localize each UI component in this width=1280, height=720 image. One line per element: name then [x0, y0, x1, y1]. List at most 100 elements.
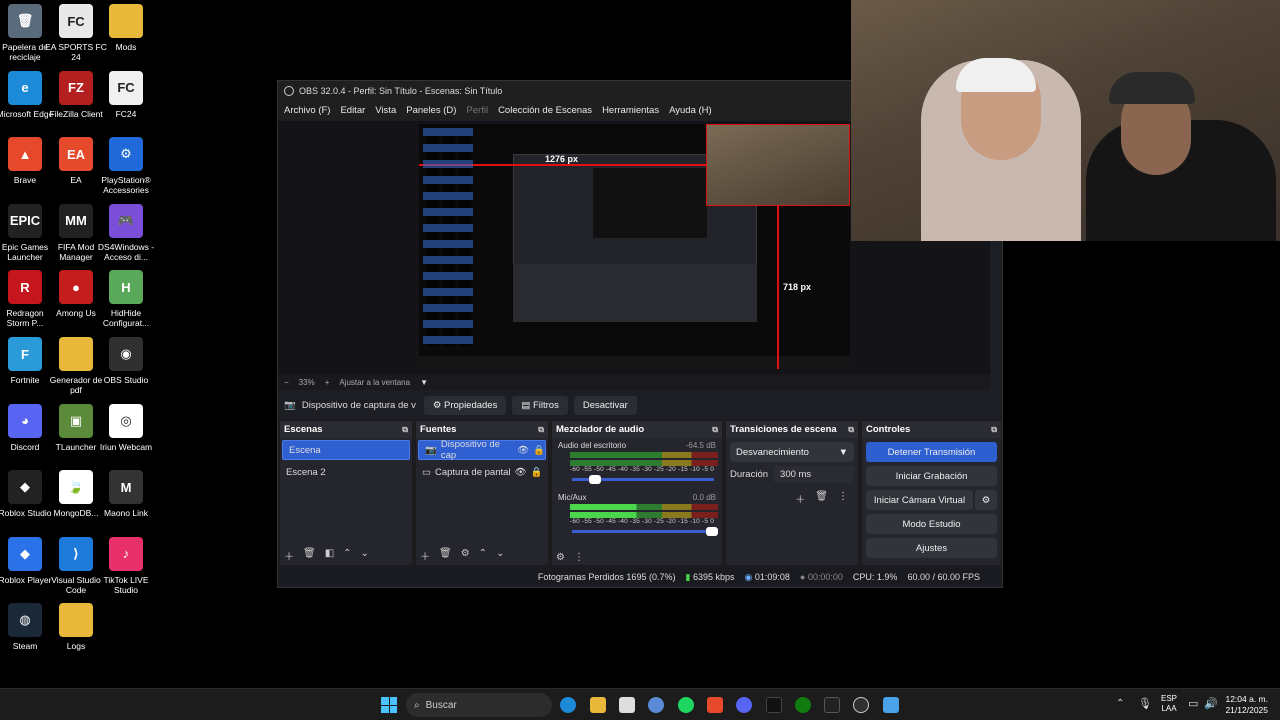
- desktop-icon[interactable]: ⚙ PlayStation® Accessories: [95, 137, 157, 195]
- trash-icon[interactable]: 🗑: [303, 548, 316, 563]
- brave-icon[interactable]: [707, 697, 723, 713]
- fit-window-button[interactable]: Ajustar a la ventana: [339, 378, 410, 387]
- move-down-icon[interactable]: ⌄: [496, 548, 504, 563]
- move-up-icon[interactable]: ⌃: [343, 548, 351, 563]
- deactivate-button[interactable]: Desactivar: [573, 395, 637, 415]
- move-up-icon[interactable]: ⌃: [479, 548, 487, 563]
- discord-icon[interactable]: [736, 697, 752, 713]
- clock[interactable]: 12:04 a. m. 21/12/2025: [1222, 694, 1268, 716]
- lock-icon[interactable]: 🔒: [531, 467, 543, 478]
- xbox-icon[interactable]: [795, 697, 811, 713]
- file-explorer-icon[interactable]: [590, 697, 606, 713]
- menu-perfil[interactable]: Perfil: [466, 105, 488, 116]
- trash-icon[interactable]: 🗑: [815, 491, 828, 506]
- obs-icon[interactable]: [853, 697, 869, 713]
- obs-statusbar: Fotogramas Perdidos 1695 (0.7%) ▮ 6395 k…: [278, 567, 1002, 587]
- bitrate-value: 6395 kbps: [692, 571, 735, 582]
- source-item[interactable]: ▭ Captura de pantal 👁 🔒: [416, 462, 548, 482]
- volume-slider[interactable]: [572, 475, 714, 484]
- language-indicator[interactable]: ESP LAA: [1161, 694, 1177, 714]
- undock-icon[interactable]: ⧉: [712, 425, 718, 435]
- app-icon[interactable]: [766, 697, 782, 713]
- settings-icon[interactable]: [648, 697, 664, 713]
- undock-icon[interactable]: ⧉: [848, 425, 854, 435]
- duration-input[interactable]: 300 ms: [774, 466, 854, 483]
- visibility-icon[interactable]: 👁: [515, 467, 527, 478]
- volume-slider[interactable]: [572, 527, 718, 536]
- roblox-studio-icon[interactable]: [824, 697, 840, 713]
- iriun-icon[interactable]: [883, 697, 899, 713]
- transition-select[interactable]: Desvanecimiento ▼: [730, 442, 854, 462]
- stream-time-value: 01:09:08: [754, 571, 790, 582]
- visibility-icon[interactable]: 👁: [517, 445, 529, 456]
- volume-icon[interactable]: 🔊: [1204, 697, 1218, 710]
- start-recording-button[interactable]: Iniciar Grabación: [866, 466, 997, 486]
- move-down-icon[interactable]: ⌄: [361, 548, 369, 563]
- desktop-icon[interactable]: ◉ OBS Studio: [95, 337, 157, 385]
- scene-item[interactable]: Escena 2: [280, 462, 412, 482]
- menu-editar[interactable]: Editar: [340, 105, 365, 116]
- menu-coleccion[interactable]: Colección de Escenas: [498, 105, 592, 116]
- virtual-camera-button[interactable]: Iniciar Cámara Virtual: [866, 490, 973, 510]
- slider-knob[interactable]: [706, 527, 718, 536]
- sources-dock: Fuentes ⧉ 📷 Dispositivo de cap 👁 🔒 ▭ Captura …: [415, 420, 549, 566]
- studio-mode-button[interactable]: Modo Estudio: [866, 514, 997, 534]
- rec-time: ● 00:00:00: [800, 572, 843, 582]
- menu-ayuda[interactable]: Ayuda (H): [669, 105, 712, 116]
- channel-db: 0.0 dB: [692, 493, 716, 502]
- desktop-icon[interactable]: FC FC24: [95, 70, 157, 119]
- store-icon[interactable]: [619, 697, 635, 713]
- add-icon[interactable]: ＋: [795, 491, 805, 506]
- lock-icon[interactable]: 🔒: [533, 445, 545, 456]
- scene-item[interactable]: Escena: [282, 440, 410, 460]
- start-button[interactable]: [381, 697, 397, 713]
- gear-icon[interactable]: ⚙: [556, 552, 565, 563]
- region-label: LAA: [1161, 704, 1177, 713]
- person-right-cap: [1109, 72, 1195, 104]
- desktop-icon[interactable]: M Maono Link: [95, 470, 157, 518]
- slider-knob[interactable]: [589, 475, 601, 484]
- desktop-icon-label: DS4Windows - Acceso di...: [97, 241, 155, 262]
- transition-toolbar: ＋ 🗑 ⋮: [726, 483, 858, 506]
- menu-paneles[interactable]: Paneles (D): [406, 105, 456, 116]
- zoom-in-button[interactable]: +: [325, 378, 330, 387]
- menu-icon[interactable]: ⋮: [838, 491, 848, 506]
- search-box[interactable]: ⌕ Buscar: [406, 693, 552, 717]
- undock-icon[interactable]: ⧉: [538, 425, 544, 435]
- app-icon: ◆: [8, 536, 42, 571]
- tray-chevron-icon[interactable]: ⌃: [1116, 698, 1124, 709]
- spotify-icon[interactable]: [678, 697, 694, 713]
- stop-stream-button[interactable]: Detener Transmisión: [866, 442, 997, 462]
- settings-button[interactable]: Ajustes: [866, 538, 997, 558]
- menu-herramientas[interactable]: Herramientas: [602, 105, 659, 116]
- microphone-icon[interactable]: 🎙: [1138, 697, 1152, 710]
- properties-button[interactable]: ⚙ Propiedades: [423, 395, 507, 415]
- gear-icon[interactable]: ⚙: [975, 490, 997, 510]
- desktop-icon[interactable]: Mods: [95, 4, 157, 52]
- volume-meter: [570, 504, 718, 510]
- menu-archivo[interactable]: Archivo (F): [284, 105, 330, 116]
- desktop-icon[interactable]: ◎ Iriun Webcam: [95, 403, 157, 452]
- edge-icon[interactable]: [560, 697, 576, 713]
- undock-icon[interactable]: ⧉: [402, 425, 408, 435]
- network-icon[interactable]: ▭: [1188, 697, 1198, 710]
- meter-scale: -60 -55 -50 -45 -40 -35 -30 -25 -20 -15 …: [570, 466, 715, 473]
- undock-icon[interactable]: ⧉: [991, 425, 997, 435]
- gear-icon[interactable]: ⚙: [461, 548, 470, 563]
- desktop-icon-label: TikTok LIVE Studio: [103, 574, 149, 595]
- add-icon[interactable]: ＋: [420, 548, 430, 563]
- scenes-toolbar: ＋ 🗑 ◧ ⌃ ⌄: [284, 548, 369, 563]
- menu-vista[interactable]: Vista: [375, 105, 396, 116]
- desktop-icon[interactable]: Logs: [45, 603, 107, 651]
- zoom-out-button[interactable]: −: [284, 378, 289, 387]
- desktop-icon[interactable]: H HidHide Configurat...: [95, 270, 157, 328]
- add-icon[interactable]: ＋: [284, 548, 294, 563]
- filters-button[interactable]: ▤ Filtros: [512, 395, 568, 415]
- filter-icon[interactable]: ◧: [325, 548, 334, 563]
- menu-icon[interactable]: ⋮: [574, 552, 584, 563]
- desktop-icon[interactable]: 🎮 DS4Windows - Acceso di...: [95, 203, 157, 262]
- trash-icon[interactable]: 🗑: [439, 548, 452, 563]
- source-item[interactable]: 📷 Dispositivo de cap 👁 🔒: [418, 439, 546, 461]
- desktop-icon[interactable]: ♪ TikTok LIVE Studio: [95, 536, 157, 595]
- zoom-dropdown-icon[interactable]: ▼: [420, 378, 428, 387]
